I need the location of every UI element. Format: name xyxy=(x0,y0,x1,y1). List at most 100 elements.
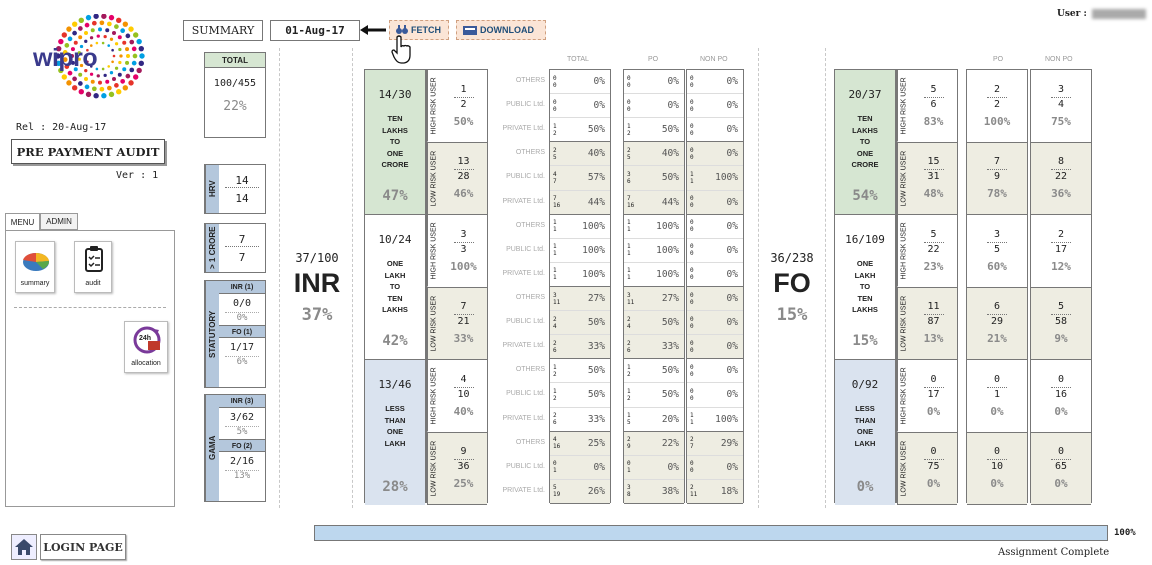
detail-pct: 0% xyxy=(593,76,605,88)
menu-tab[interactable]: MENU xyxy=(5,213,40,230)
fetch-label: FETCH xyxy=(411,25,441,35)
logo-dot xyxy=(112,54,116,58)
detail-fraction: 26 xyxy=(624,340,638,354)
detail-num: 0 xyxy=(690,339,694,347)
statutory-card: STATUTORY INR (1) 0/0 0% FO (1) 1/17 6% xyxy=(204,280,266,388)
detail-cell: 0 0 0% xyxy=(687,335,743,360)
row-type-label: PRIVATE Ltd. xyxy=(502,197,545,205)
logo-dot xyxy=(114,83,119,88)
detail-pct: 18% xyxy=(720,485,738,497)
detail-pct: 38% xyxy=(661,485,679,497)
detail-den: 6 xyxy=(553,419,557,427)
risk-den: 3 xyxy=(453,241,474,255)
detail-fraction: 26 xyxy=(550,412,564,426)
risk-num: 0 xyxy=(930,446,937,458)
allocation-button[interactable]: 24h allocation xyxy=(124,321,168,373)
detail-den: 0 xyxy=(627,105,631,113)
detail-cell: 0 1 0% xyxy=(624,455,684,480)
logo-dot xyxy=(96,74,100,78)
logo-dot xyxy=(116,89,122,95)
audit-button[interactable]: audit xyxy=(74,241,112,293)
logo-dot xyxy=(117,72,122,77)
detail-den: 7 xyxy=(690,443,694,451)
row-type-label: PUBLIC Ltd. xyxy=(506,462,545,470)
detail-num: 1 xyxy=(553,267,557,275)
risk-den: 10 xyxy=(453,386,474,400)
detail-fraction: 12 xyxy=(550,123,564,137)
detail-pct: 50% xyxy=(661,317,679,329)
summary-label: summary xyxy=(20,280,50,287)
home-button[interactable] xyxy=(11,534,37,560)
logo-dot xyxy=(101,41,105,45)
logo-dot xyxy=(120,78,126,84)
band-label-word: LAKHS xyxy=(852,305,878,314)
detail-pct: 0% xyxy=(726,100,738,112)
risk-label: HIGH RISK USER xyxy=(897,215,910,287)
date-field[interactable]: 01-Aug-17 xyxy=(270,20,360,41)
risk-label: LOW RISK USER xyxy=(897,432,910,504)
detail-cell: 2 6 33% xyxy=(550,408,610,432)
fo-num: 2 xyxy=(993,83,1001,95)
detail-pct: 0% xyxy=(726,220,738,232)
risk-values: 15 31 xyxy=(923,156,944,182)
fo2-label: FO (2) xyxy=(219,439,265,452)
detail-num: 1 xyxy=(627,363,631,371)
hrv-b: 14 xyxy=(235,191,249,205)
risk-pct: 46% xyxy=(453,187,474,201)
detail-num: 5 xyxy=(553,484,557,492)
fo-pct: 36% xyxy=(1051,187,1071,201)
detail-num: 1 xyxy=(553,363,557,371)
detail-den: 0 xyxy=(690,105,694,113)
menu-panel: summary audit 24h allocation xyxy=(5,230,175,507)
detail-cell: 1 2 50% xyxy=(550,383,610,408)
risk-values: 33 xyxy=(453,229,474,255)
risk-den: 2 xyxy=(453,96,474,110)
detail-pct: 44% xyxy=(587,196,605,208)
fo-label: FO xyxy=(773,268,811,298)
detail-num: 2 xyxy=(627,315,631,323)
summary-button-top[interactable]: SUMMARY xyxy=(183,20,263,41)
detail-den: 1 xyxy=(690,177,694,185)
clock-badge: 24h xyxy=(139,335,152,342)
summary-button[interactable]: summary xyxy=(15,241,55,293)
detail-cell: 1 1 100% xyxy=(624,239,684,263)
fo-pct: 0% xyxy=(990,477,1004,491)
fo-np-column: 3 4 75% 8 22 36% 2 17 12% 5 58 9% 0 16 0% 0 65 0% xyxy=(1030,69,1092,505)
logo-dot xyxy=(66,80,72,86)
logo-dot xyxy=(133,32,139,38)
band-summary-column: 20/37 TEN LAKHS TO ONE CRORE 54% 16/109 ONE LAKH T… xyxy=(834,69,896,505)
risk-label: HIGH RISK USER xyxy=(427,215,440,287)
detail-cell: 0 0 0% xyxy=(687,311,743,336)
fo-values: 35 xyxy=(987,229,1007,255)
risk-cell: LOW RISK USER 9 36 25% xyxy=(427,432,487,505)
detail-pct: 0% xyxy=(726,461,738,473)
download-button[interactable]: DOWNLOAD xyxy=(456,20,546,40)
detail-fraction: 00 xyxy=(624,99,638,113)
risk-values: 5 22 xyxy=(923,229,944,255)
risk-cell: LOW RISK USER 13 28 46% xyxy=(427,142,487,215)
detail-den: 16 xyxy=(553,202,561,210)
logo-dot xyxy=(118,47,122,52)
detail-fraction: 7 16 xyxy=(624,195,638,209)
detail-cell: 3 6 50% xyxy=(624,166,684,191)
band-label-word: ONE xyxy=(856,148,874,158)
admin-tab[interactable]: ADMIN xyxy=(40,213,78,230)
logo-dot xyxy=(136,67,142,74)
risk-num: 7 xyxy=(460,301,467,313)
detail-num: 1 xyxy=(627,243,631,251)
logo-dot xyxy=(99,20,105,26)
detail-num: 1 xyxy=(627,219,631,227)
logo-dot xyxy=(91,20,97,26)
login-page-button[interactable]: LOGIN PAGE xyxy=(40,534,126,560)
detail-fraction: 24 xyxy=(624,316,638,330)
detail-pct: 50% xyxy=(587,317,605,329)
band-pct: 15% xyxy=(852,333,878,349)
detail-pct: 100% xyxy=(656,268,679,280)
detail-cell: 0 0 0% xyxy=(687,142,743,167)
inr1-pct: 0% xyxy=(225,312,259,323)
band-label-word: THAN xyxy=(854,415,876,425)
detail-cell: 1 1 100% xyxy=(624,263,684,287)
detail-fraction: 12 xyxy=(624,388,638,402)
detail-fraction: 3 11 xyxy=(550,292,564,306)
detail-column-total: 0 0 0% 0 0 0% 1 2 50% 2 5 40% 4 7 57% 7 16 44% 1 1 100% 1 1 100… xyxy=(549,69,611,504)
